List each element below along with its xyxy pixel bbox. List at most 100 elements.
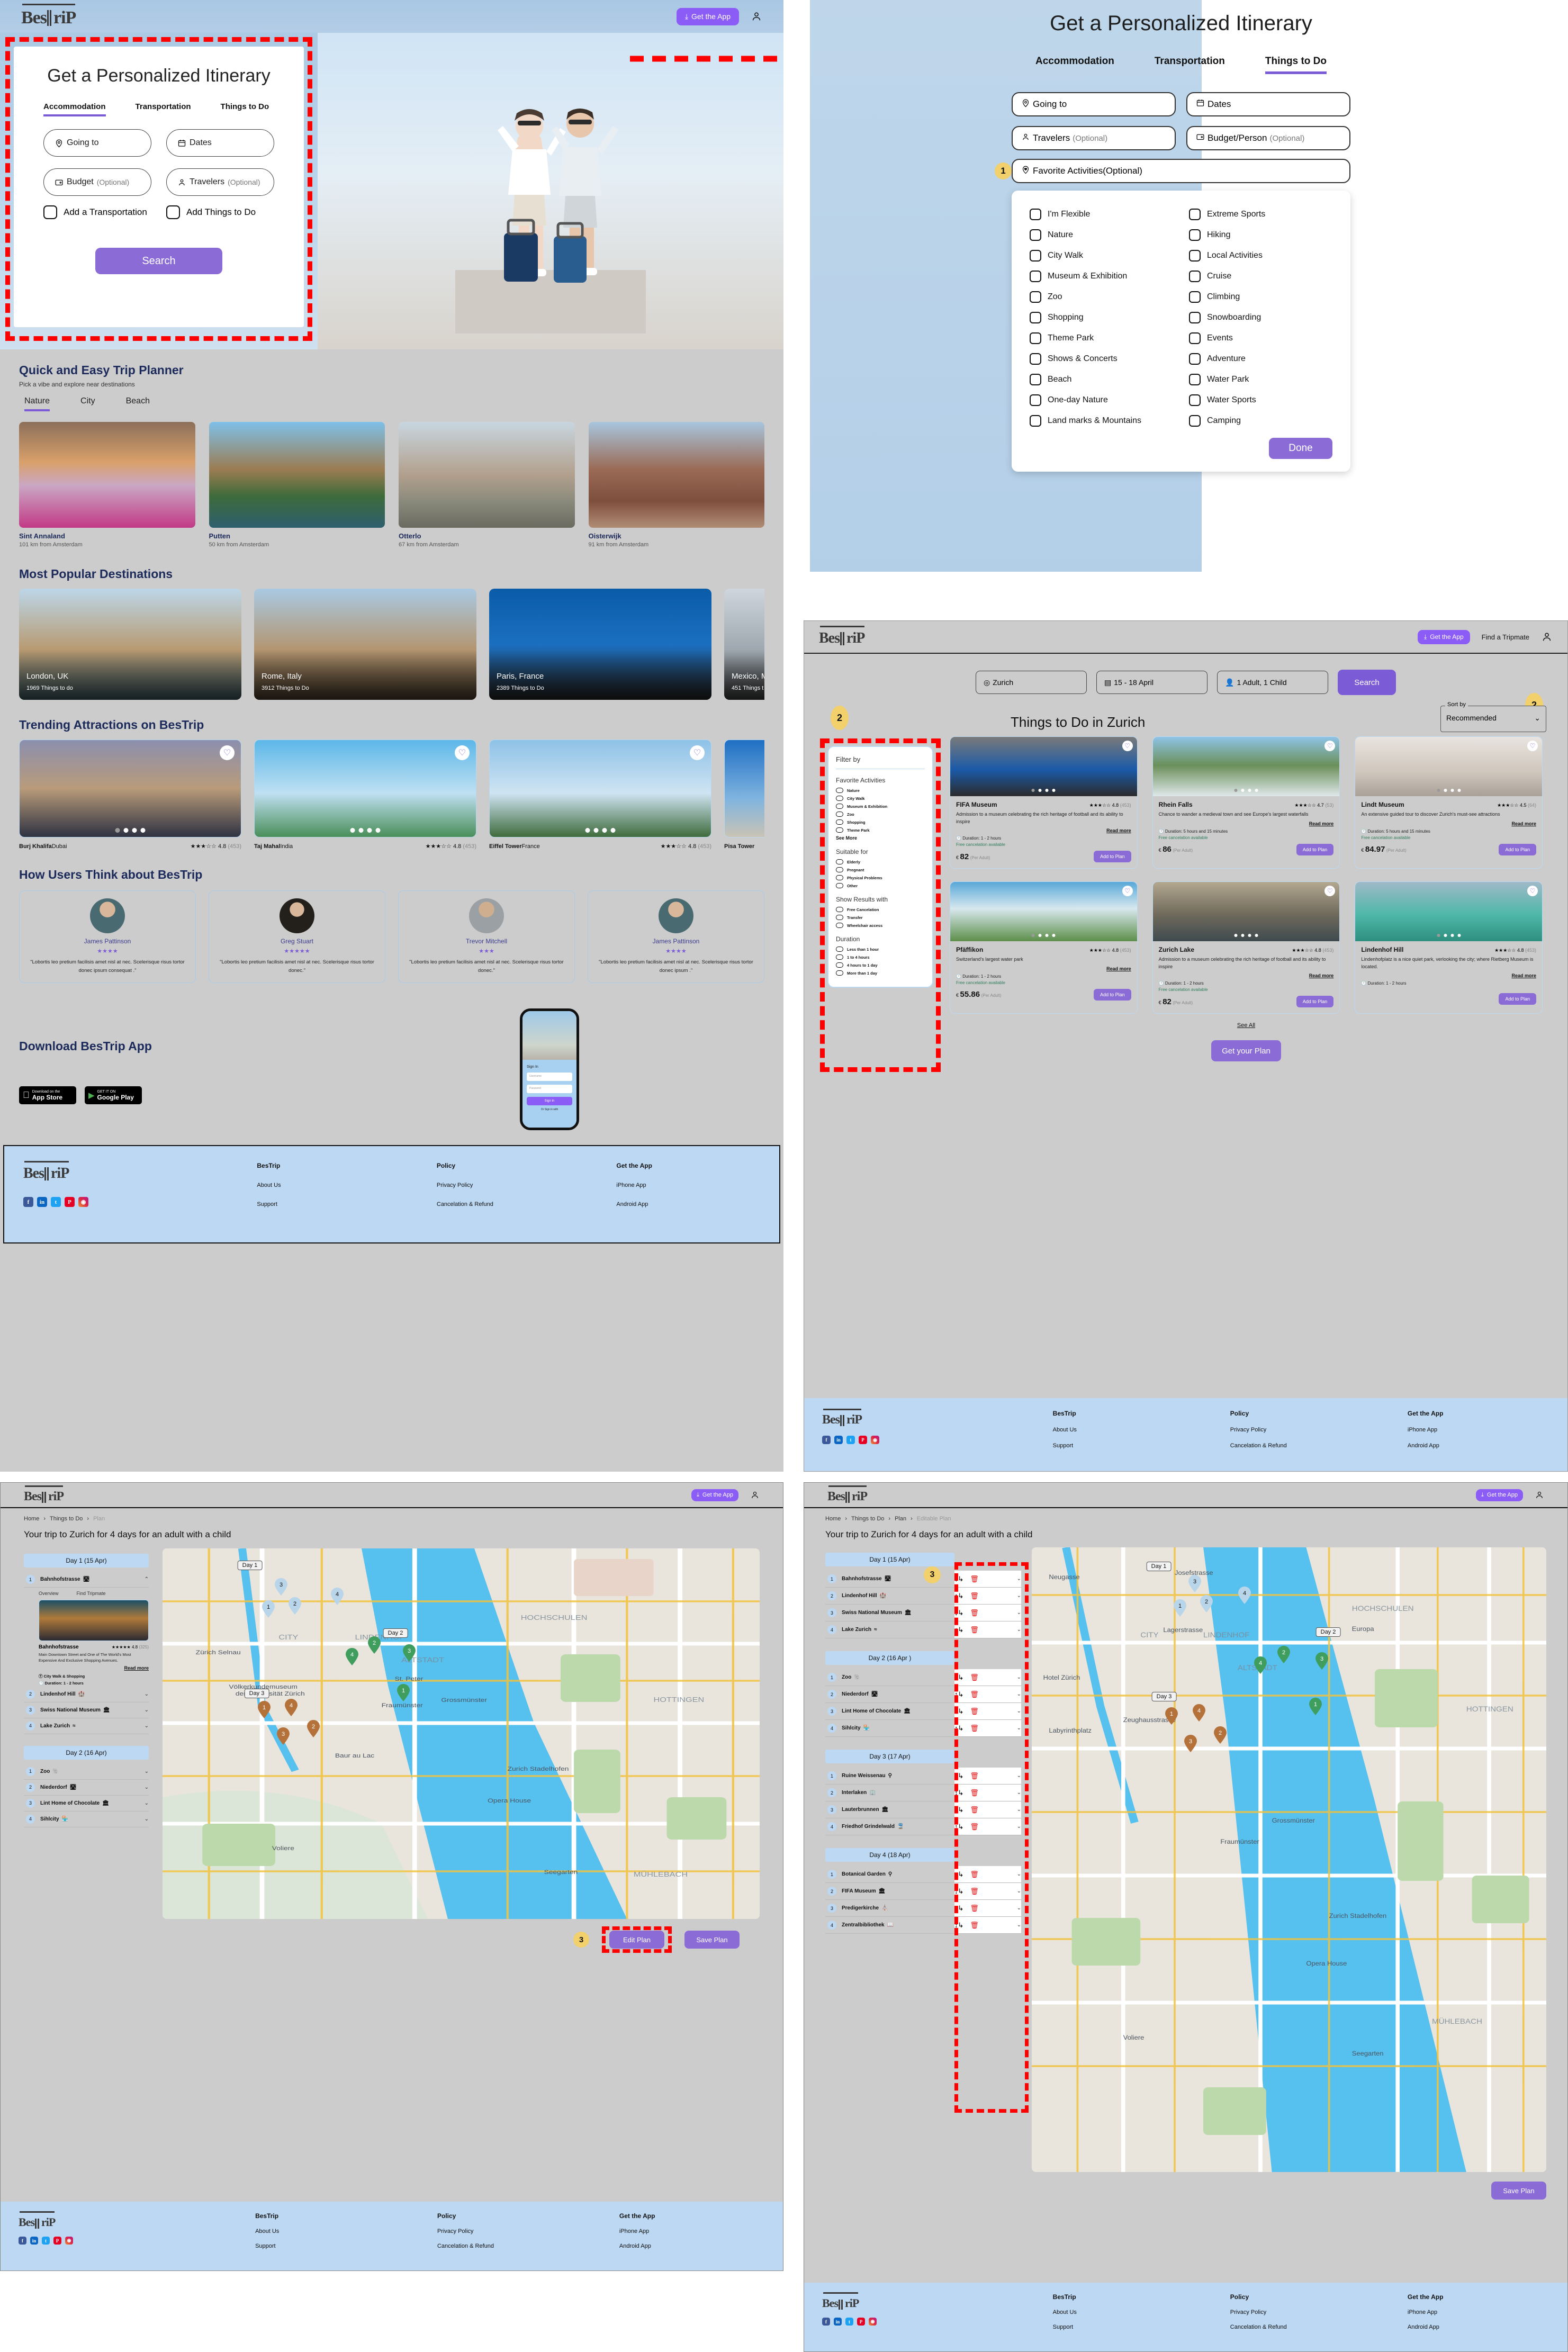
detail-tab-find-tripmate[interactable]: Find Tripmate (77, 1591, 106, 1596)
account-icon[interactable] (1535, 1490, 1544, 1500)
twitter-icon[interactable]: t (846, 1436, 855, 1444)
tab-transportation[interactable]: Transportation (136, 102, 191, 116)
see-more-link[interactable]: See More (836, 835, 925, 841)
read-more-link[interactable]: Read more (1159, 821, 1334, 826)
filter-checkbox[interactable]: Pregnant (836, 867, 925, 872)
map-pin-day3-1[interactable]: 1 (1165, 1707, 1178, 1725)
footer-link-android[interactable]: Android App (619, 2243, 765, 2249)
reorder-handle-icon[interactable]: ↕↳ (954, 1789, 963, 1797)
activity-card[interactable]: ♡ Pfäffikon ★★★☆☆ 4.8 (453) Switzerland'… (950, 881, 1138, 1014)
delete-icon[interactable]: 🗑 (970, 1921, 979, 1930)
linkedin-icon[interactable]: in (834, 2318, 842, 2326)
chevron-down-icon[interactable]: ⌄ (145, 1800, 149, 1806)
activity-checkbox[interactable]: Beach (1030, 371, 1173, 388)
itinerary-item[interactable]: 3 Swiss National Museum 🏛 ⌄ (24, 1702, 149, 1718)
read-more-link[interactable]: Read more (956, 828, 1131, 833)
favorite-heart-icon[interactable]: ♡ (1527, 886, 1538, 896)
delete-icon[interactable]: 🗑 (970, 1806, 979, 1814)
activity-checkbox[interactable]: Camping (1189, 412, 1332, 429)
footer-logo[interactable]: Bes riP (19, 2211, 255, 2229)
filter-checkbox[interactable]: Zoo (836, 812, 925, 817)
google-play-button[interactable]: ▶ GET IT ON Google Play (85, 1086, 142, 1105)
itinerary-item[interactable]: 2 Lindenhof Hill 🏰 ⌄ (24, 1687, 149, 1702)
read-more-link[interactable]: Read more (1361, 821, 1536, 826)
delete-icon[interactable]: 🗑 (970, 1673, 979, 1682)
activity-checkbox[interactable]: Nature (1030, 226, 1173, 244)
map-pin-day3-1[interactable]: 1 (257, 1701, 271, 1719)
activity-checkbox[interactable]: Events (1189, 329, 1332, 347)
activity-checkbox[interactable]: Adventure (1189, 350, 1332, 367)
dates-input[interactable]: ▤ 15 - 18 April (1096, 671, 1207, 694)
reorder-handle-icon[interactable]: ↕↳ (954, 1673, 963, 1682)
map-pin-day1-3[interactable]: 3 (1188, 1575, 1202, 1593)
map-pin-day2-4[interactable]: 4 (1254, 1656, 1267, 1674)
chevron-down-icon[interactable]: ⌄ (1017, 1773, 1021, 1779)
instagram-icon[interactable]: ◉ (65, 2237, 73, 2245)
activity-checkbox[interactable]: Local Activities (1189, 247, 1332, 264)
travelers-input[interactable]: Travelers (Optional) (1012, 126, 1176, 150)
add-to-plan-button[interactable]: Add to Plan (1094, 851, 1131, 862)
delete-icon[interactable]: 🗑 (970, 1904, 979, 1913)
logo[interactable]: Bes riP (827, 1485, 868, 1504)
reorder-handle-icon[interactable]: ↕↳ (954, 1609, 963, 1617)
attraction-card[interactable]: ♡ Taj MahalIndia ★★★☆☆ 4.8 (453) (254, 740, 476, 850)
activity-checkbox[interactable]: Water Park (1189, 371, 1332, 388)
footer-link-iphone[interactable]: iPhone App (1408, 1427, 1549, 1433)
trip-map[interactable]: CITYLINDENHOFALTSTADT HOCHSCHULENHOTTING… (1032, 1547, 1546, 2172)
dates-input[interactable]: Dates (166, 129, 274, 157)
map-pin-day1-1[interactable]: 1 (1173, 1599, 1187, 1617)
footer-link-iphone[interactable]: iPhone App (619, 2228, 765, 2234)
read-more-link[interactable]: Read more (956, 966, 1131, 971)
chevron-down-icon[interactable]: ⌄ (1017, 1790, 1021, 1796)
footer-link-about-us[interactable]: About Us (1053, 2309, 1230, 2315)
destination-card[interactable]: Paris, France 2389 Things to Do (489, 589, 711, 700)
chevron-down-icon[interactable]: ⌄ (1017, 1593, 1021, 1599)
chevron-down-icon[interactable]: ⌄ (1017, 1871, 1021, 1877)
delete-icon[interactable]: 🗑 (970, 1626, 979, 1634)
editable-item[interactable]: 3 Swiss National Museum 🏛 ↕↳ 🗑 ⌄ (825, 1605, 1021, 1621)
favorite-heart-icon[interactable]: ♡ (690, 745, 705, 760)
twitter-icon[interactable]: t (845, 2318, 853, 2326)
reorder-handle-icon[interactable]: ↕↳ (954, 1823, 963, 1831)
delete-icon[interactable]: 🗑 (970, 1772, 979, 1780)
filter-checkbox[interactable]: Transfer (836, 915, 925, 920)
editable-item[interactable]: 1 Zoo 🐘 ↕↳ 🗑 ⌄ (825, 1669, 1021, 1686)
travelers-input[interactable]: 👤 1 Adult, 1 Child (1217, 671, 1328, 694)
activity-checkbox[interactable]: I'm Flexible (1030, 205, 1173, 223)
chevron-down-icon[interactable]: ⌄ (145, 1723, 149, 1729)
add-to-plan-button[interactable]: Add to Plan (1499, 993, 1536, 1005)
done-button[interactable]: Done (1269, 438, 1332, 459)
get-app-button[interactable]: ⤓ Get the App (691, 1489, 738, 1501)
save-plan-button[interactable]: Save Plan (684, 1931, 740, 1949)
add-to-plan-button[interactable]: Add to Plan (1499, 843, 1536, 855)
favorite-heart-icon[interactable]: ♡ (1324, 741, 1336, 751)
see-all-link[interactable]: See All (950, 1022, 1543, 1029)
map-pin-day1-4[interactable]: 4 (330, 1588, 344, 1606)
favorite-heart-icon[interactable]: ♡ (455, 745, 470, 760)
delete-icon[interactable]: 🗑 (970, 1789, 979, 1797)
chevron-down-icon[interactable]: ⌄ (1017, 1610, 1021, 1616)
chevron-down-icon[interactable]: ⌄ (1017, 1824, 1021, 1830)
filter-checkbox[interactable]: Museum & Exhibition (836, 804, 925, 809)
tab-accommodation[interactable]: Accommodation (43, 102, 106, 116)
tab-things-to-do[interactable]: Things to Do (1265, 56, 1327, 74)
search-button[interactable]: Search (95, 248, 222, 274)
tab-accommodation[interactable]: Accommodation (1035, 56, 1114, 74)
footer-link-cancelation[interactable]: Cancelation & Refund (1230, 1443, 1408, 1449)
filter-checkbox[interactable]: 4 hours to 1 day (836, 962, 925, 968)
activity-checkbox[interactable]: Zoo (1030, 288, 1173, 305)
add-to-plan-button[interactable]: Add to Plan (1094, 988, 1131, 1001)
vibe-tab-beach[interactable]: Beach (126, 396, 150, 411)
going-to-input[interactable]: Going to (43, 129, 151, 157)
search-button[interactable]: Search (1338, 670, 1396, 695)
chevron-down-icon[interactable]: ⌄ (1017, 1922, 1021, 1928)
map-pin-day3-3[interactable]: 3 (276, 1727, 290, 1745)
activity-checkbox[interactable]: Museum & Exhibition (1030, 267, 1173, 285)
map-pin-day3-4[interactable]: 4 (1192, 1704, 1206, 1722)
footer-link-privacy[interactable]: Privacy Policy (437, 2228, 619, 2234)
map-pin-day2-1[interactable]: 1 (396, 1684, 410, 1702)
delete-icon[interactable]: 🗑 (970, 1823, 979, 1831)
footer-link-android[interactable]: Android App (1408, 2324, 1549, 2330)
footer-logo[interactable]: Bes riP (23, 1161, 257, 1182)
activity-card[interactable]: ♡ Lindenhof Hill ★★★☆☆ 4.8 (453) Lindenh… (1355, 881, 1543, 1014)
